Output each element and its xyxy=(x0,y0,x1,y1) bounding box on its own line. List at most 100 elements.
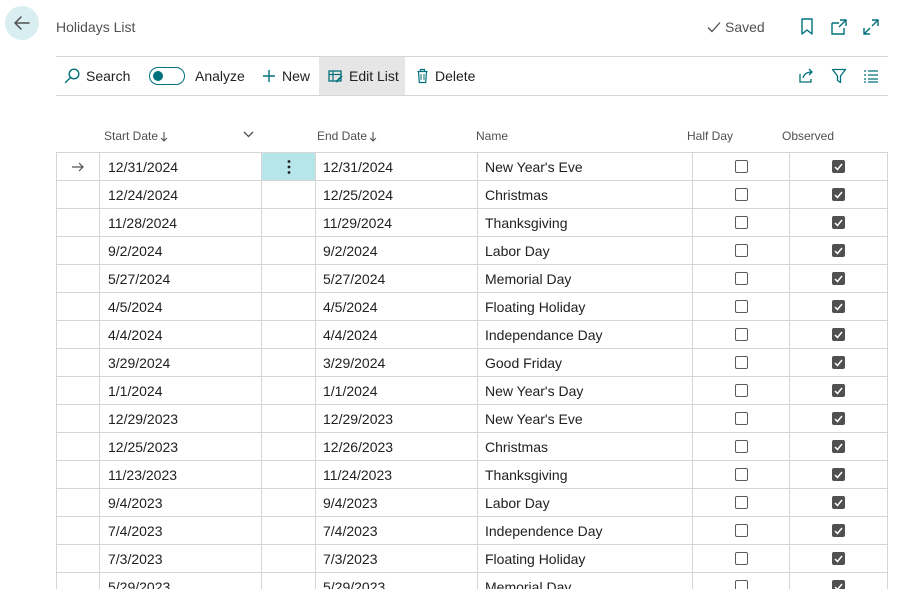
table-row[interactable]: 9/2/2024 9/2/2024 Labor Day xyxy=(56,236,888,264)
row-actions-cell[interactable] xyxy=(261,517,315,544)
table-row[interactable]: 1/1/2024 1/1/2024 New Year's Day xyxy=(56,376,888,404)
back-button[interactable] xyxy=(5,6,39,40)
name-cell[interactable]: Floating Holiday xyxy=(477,293,692,320)
name-cell[interactable]: Independence Day xyxy=(477,517,692,544)
start-date-cell[interactable]: 4/4/2024 xyxy=(99,321,261,348)
observed-checkbox[interactable] xyxy=(832,412,845,425)
end-date-cell[interactable]: 12/31/2024 xyxy=(315,153,477,180)
name-cell[interactable]: Christmas xyxy=(477,181,692,208)
table-row[interactable]: 9/4/2023 9/4/2023 Labor Day xyxy=(56,488,888,516)
name-cell[interactable]: Labor Day xyxy=(477,489,692,516)
name-cell[interactable]: Christmas xyxy=(477,433,692,460)
table-row[interactable]: 5/29/2023 5/29/2023 Memorial Day xyxy=(56,572,888,589)
observed-checkbox[interactable] xyxy=(832,468,845,481)
table-row[interactable]: 11/28/2024 11/29/2024 Thanksgiving xyxy=(56,208,888,236)
half-day-checkbox[interactable] xyxy=(734,300,748,313)
end-date-cell[interactable]: 12/29/2023 xyxy=(315,405,477,432)
start-date-cell[interactable]: 7/3/2023 xyxy=(99,545,261,572)
row-selector[interactable] xyxy=(56,573,99,589)
end-date-cell[interactable]: 4/5/2024 xyxy=(315,293,477,320)
observed-checkbox[interactable] xyxy=(832,552,845,565)
name-cell[interactable]: Memorial Day xyxy=(477,573,692,589)
half-day-checkbox[interactable] xyxy=(734,440,748,453)
half-day-checkbox[interactable] xyxy=(734,412,748,425)
name-cell[interactable]: New Year's Eve xyxy=(477,405,692,432)
half-day-checkbox[interactable] xyxy=(734,468,748,481)
observed-checkbox[interactable] xyxy=(832,580,845,589)
start-date-cell[interactable]: 1/1/2024 xyxy=(99,377,261,404)
half-day-checkbox[interactable] xyxy=(734,552,748,565)
start-date-cell[interactable]: 3/29/2024 xyxy=(99,349,261,376)
new-button[interactable]: New xyxy=(262,57,310,95)
observed-checkbox[interactable] xyxy=(832,440,845,453)
observed-checkbox[interactable] xyxy=(832,524,845,537)
bookmark-button[interactable] xyxy=(797,17,817,37)
row-actions-cell[interactable] xyxy=(261,433,315,460)
start-date-cell[interactable]: 12/29/2023 xyxy=(99,405,261,432)
table-row[interactable]: 12/29/2023 12/29/2023 New Year's Eve xyxy=(56,404,888,432)
observed-checkbox[interactable] xyxy=(832,356,845,369)
table-row[interactable]: 12/25/2023 12/26/2023 Christmas xyxy=(56,432,888,460)
start-date-cell[interactable]: 7/4/2023 xyxy=(99,517,261,544)
row-selector[interactable] xyxy=(56,349,99,376)
end-date-cell[interactable]: 7/4/2023 xyxy=(315,517,477,544)
row-actions-cell[interactable] xyxy=(261,377,315,404)
row-selector[interactable] xyxy=(56,545,99,572)
table-row[interactable]: 12/24/2024 12/25/2024 Christmas xyxy=(56,180,888,208)
name-cell[interactable]: New Year's Day xyxy=(477,377,692,404)
end-date-cell[interactable]: 12/25/2024 xyxy=(315,181,477,208)
row-actions-cell[interactable] xyxy=(261,181,315,208)
end-date-cell[interactable]: 11/29/2024 xyxy=(315,209,477,236)
start-date-cell[interactable]: 11/23/2023 xyxy=(99,461,261,488)
start-date-cell[interactable]: 4/5/2024 xyxy=(99,293,261,320)
row-actions-cell[interactable] xyxy=(261,237,315,264)
end-date-cell[interactable]: 7/3/2023 xyxy=(315,545,477,572)
end-date-cell[interactable]: 1/1/2024 xyxy=(315,377,477,404)
half-day-checkbox[interactable] xyxy=(734,384,748,397)
row-selector[interactable] xyxy=(56,405,99,432)
table-row[interactable]: 7/3/2023 7/3/2023 Floating Holiday xyxy=(56,544,888,572)
end-date-cell[interactable]: 3/29/2024 xyxy=(315,349,477,376)
row-actions-cell[interactable] xyxy=(261,265,315,292)
name-cell[interactable]: Memorial Day xyxy=(477,265,692,292)
half-day-checkbox[interactable] xyxy=(734,524,748,537)
observed-checkbox[interactable] xyxy=(832,160,845,173)
row-actions-cell[interactable] xyxy=(261,405,315,432)
half-day-checkbox[interactable] xyxy=(734,356,748,369)
start-date-cell[interactable]: 5/29/2023 xyxy=(99,573,261,589)
end-date-cell[interactable]: 4/4/2024 xyxy=(315,321,477,348)
column-header-half-day[interactable]: Half Day xyxy=(687,129,733,143)
edit-list-button[interactable]: Edit List xyxy=(319,57,405,95)
name-cell[interactable]: New Year's Eve xyxy=(477,153,692,180)
row-selector[interactable] xyxy=(56,293,99,320)
row-selector[interactable] xyxy=(56,377,99,404)
start-date-cell[interactable]: 9/2/2024 xyxy=(99,237,261,264)
row-actions-cell[interactable] xyxy=(261,573,315,589)
name-cell[interactable]: Thanksgiving xyxy=(477,461,692,488)
table-row[interactable]: 12/31/2024 12/31/2024 New Year's Eve xyxy=(56,152,888,180)
row-actions-cell[interactable] xyxy=(261,489,315,516)
end-date-cell[interactable]: 5/27/2024 xyxy=(315,265,477,292)
row-selector[interactable] xyxy=(56,461,99,488)
observed-checkbox[interactable] xyxy=(832,244,845,257)
filter-button[interactable] xyxy=(831,57,847,95)
row-selector[interactable] xyxy=(56,153,99,180)
start-date-cell[interactable]: 12/24/2024 xyxy=(99,181,261,208)
row-selector[interactable] xyxy=(56,489,99,516)
half-day-checkbox[interactable] xyxy=(734,272,748,285)
row-actions-cell[interactable] xyxy=(261,545,315,572)
start-date-cell[interactable]: 12/25/2023 xyxy=(99,433,261,460)
half-day-checkbox[interactable] xyxy=(734,188,748,201)
row-selector[interactable] xyxy=(56,181,99,208)
table-row[interactable]: 7/4/2023 7/4/2023 Independence Day xyxy=(56,516,888,544)
row-actions-cell[interactable] xyxy=(261,349,315,376)
analyze-toggle[interactable]: Analyze xyxy=(149,57,245,95)
observed-checkbox[interactable] xyxy=(832,272,845,285)
half-day-checkbox[interactable] xyxy=(734,496,748,509)
end-date-cell[interactable]: 11/24/2023 xyxy=(315,461,477,488)
half-day-checkbox[interactable] xyxy=(734,216,748,229)
column-header-observed[interactable]: Observed xyxy=(782,129,834,143)
half-day-checkbox[interactable] xyxy=(734,580,748,589)
row-actions-cell[interactable] xyxy=(261,293,315,320)
observed-checkbox[interactable] xyxy=(832,216,845,229)
